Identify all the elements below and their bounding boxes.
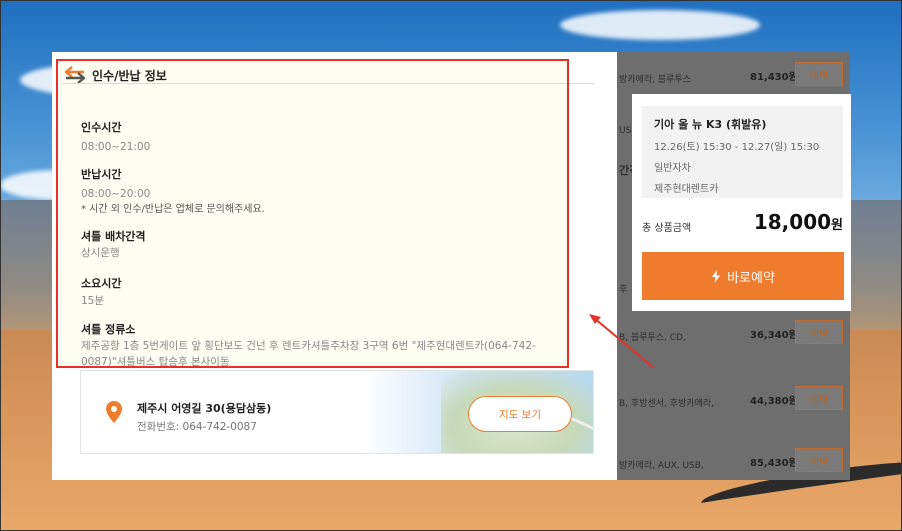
car-name: 기아 올 뉴 K3 (휘발유) (654, 118, 767, 131)
location-pin-icon (106, 401, 122, 423)
exchange-arrows-icon (64, 66, 86, 84)
reserve-button[interactable]: 예약 (795, 320, 843, 344)
location-phone: 전화번호: 064-742-0087 (137, 421, 257, 433)
list-item-price: 36,340원 (750, 330, 798, 341)
insurance-type: 일반자차 (654, 163, 691, 174)
return-time-label: 반납시간 (81, 168, 122, 181)
travel-time-item: 소요시간 15분 (81, 275, 121, 309)
total-label: 총 상품금액 (642, 223, 692, 234)
list-item-tags: B, 후방센서, 후방카메라, (619, 399, 714, 409)
reserve-button[interactable]: 예약 (795, 62, 843, 86)
shuttle-stop-label: 셔틀 정류소 (81, 323, 136, 336)
pickup-time-value: 08:00~21:00 (81, 141, 151, 153)
booking-summary-card: 기아 올 뉴 K3 (휘발유) 12.26(토) 15:30 - 12.27(일… (632, 94, 851, 311)
list-item-tags: B, 블루투스, CD, (619, 333, 686, 343)
travel-time-label: 소요시간 (81, 277, 122, 290)
shuttle-stop-value-line2: 0087)"셔틀버스 탑승후 본사이동 (81, 356, 230, 368)
reserve-button[interactable]: 예약 (795, 386, 843, 410)
pickup-return-info: 인수/반납 정보 인수시간 08:00~21:00 반납시간 08:00~20:… (56, 59, 569, 368)
pickup-time-item: 인수시간 08:00~21:00 (81, 119, 150, 155)
shuttle-interval-label: 셔틀 배차간격 (81, 230, 146, 243)
list-item-price: 81,430원 (750, 72, 798, 83)
book-now-button[interactable]: 바로예약 (642, 252, 844, 300)
list-item-price: 44,380원 (750, 396, 798, 407)
header-divider (62, 83, 594, 84)
list-item-fragment: 후 (619, 285, 628, 295)
list-item-price: 85,430원 (750, 458, 798, 469)
shuttle-interval-value: 상시운행 (81, 247, 120, 259)
rental-period: 12.26(토) 15:30 - 12.27(일) 15:30 (654, 142, 820, 153)
cloud (560, 10, 760, 40)
reserve-button[interactable]: 예약 (795, 448, 843, 472)
return-time-item: 반납시간 08:00~20:00 * 시간 외 인수/반납은 업체로 문의해주세… (81, 166, 265, 217)
return-time-note: * 시간 외 인수/반납은 업체로 문의해주세요. (81, 204, 265, 215)
pickup-time-label: 인수시간 (81, 121, 122, 134)
list-item: B, 후방센서, 후방카메라, 44,380원 예약 (617, 380, 850, 432)
total-price-value: 18,000 (753, 210, 832, 234)
return-time-value: 08:00~20:00 (81, 188, 151, 200)
shuttle-stop-item: 셔틀 정류소 제주공항 1층 5번게이트 앞 횡단보도 건넌 후 렌트카셔틀주차… (81, 321, 536, 370)
location-address: 제주시 어영길 30(용담삼동) (137, 402, 272, 415)
list-item: 방카메라, AUX, USB, 85,430원 예약 (617, 442, 850, 494)
company-name: 제주현대렌트카 (654, 184, 719, 195)
list-item-tags: 방카메라, AUX, USB, (619, 461, 704, 471)
section-title: 인수/반납 정보 (92, 68, 167, 83)
pickup-return-modal: 인수/반납 정보 인수시간 08:00~21:00 반납시간 08:00~20:… (52, 52, 617, 480)
total-price: 18,000원 (754, 210, 843, 234)
shuttle-stop-value-line1: 제주공항 1층 5번게이트 앞 횡단보도 건넌 후 렌트카셔틀주차장 3구역 6… (81, 340, 536, 352)
book-now-label: 바로예약 (727, 270, 775, 286)
shuttle-interval-item: 셔틀 배차간격 상시운행 (81, 228, 146, 261)
lightning-icon (712, 269, 721, 283)
list-item-tags: 방카메라, 블루투스 (619, 75, 691, 85)
view-map-button[interactable]: 지도 보기 (468, 396, 572, 432)
location-card: 제주시 어영길 30(용담삼동) 전화번호: 064-742-0087 지도 보… (80, 370, 594, 454)
list-item: B, 블루투스, CD, 36,340원 예약 (617, 314, 850, 366)
section-header: 인수/반납 정보 (64, 65, 167, 85)
travel-time-value: 15분 (81, 295, 105, 307)
currency-unit: 원 (831, 218, 843, 233)
car-summary-box: 기아 올 뉴 K3 (휘발유) 12.26(토) 15:30 - 12.27(일… (642, 106, 843, 198)
